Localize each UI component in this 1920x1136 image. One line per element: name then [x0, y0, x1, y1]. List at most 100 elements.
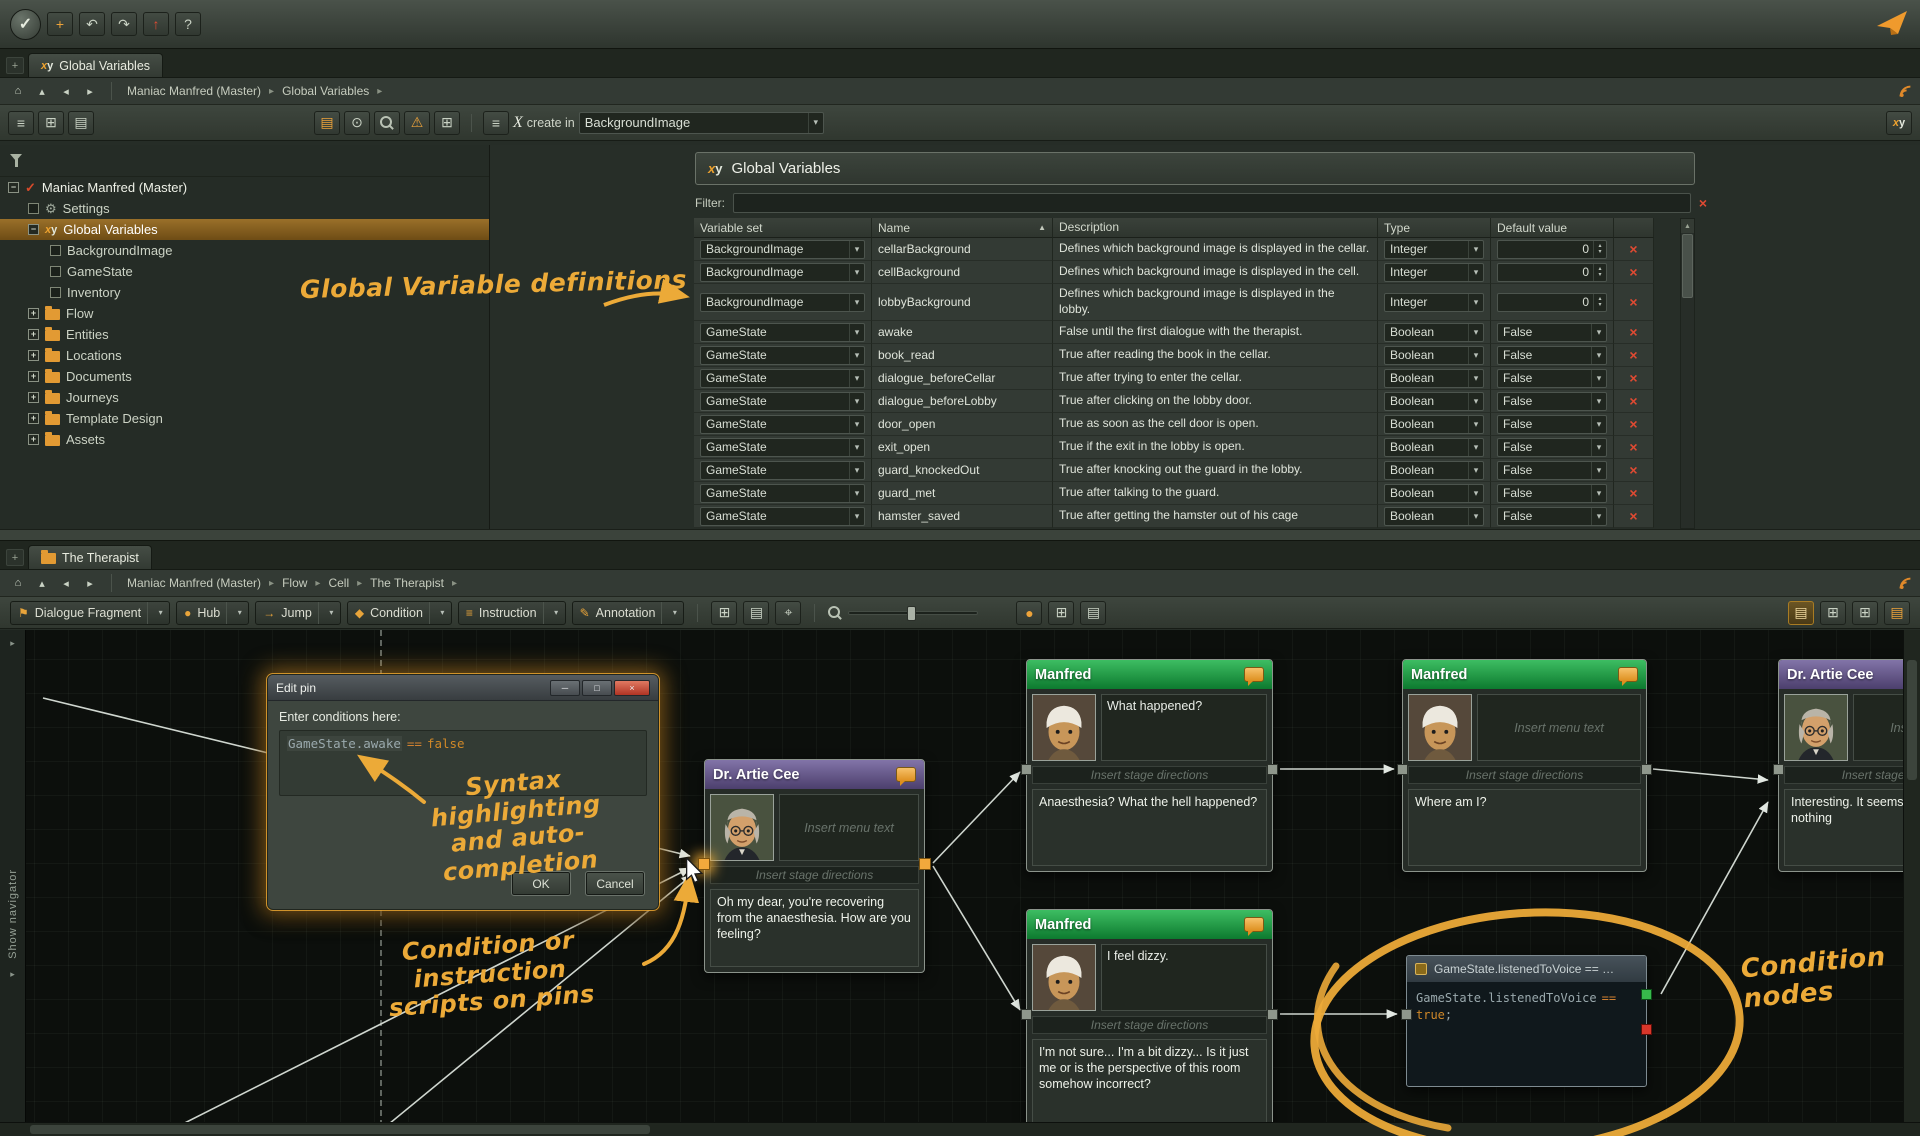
variable-description[interactable]: True if the exit in the lobby is open.	[1053, 436, 1378, 459]
dialog-titlebar[interactable]: Edit pin ─ □ ×	[268, 675, 658, 701]
breadcrumb-item-global-variables[interactable]: Global Variables	[278, 83, 373, 99]
checkbox[interactable]	[50, 287, 61, 298]
variable-set-dropdown[interactable]: GameState▾	[700, 369, 865, 388]
output-pin[interactable]	[1267, 1009, 1278, 1020]
checkbox[interactable]	[50, 266, 61, 277]
default-value-dropdown[interactable]: False▾	[1497, 484, 1607, 503]
variable-description[interactable]: True after knocking out the guard in the…	[1053, 459, 1378, 482]
variable-description[interactable]: Defines which background image is displa…	[1053, 238, 1378, 261]
breadcrumb-item-the-therapist[interactable]: The Therapist	[366, 575, 448, 591]
tree-item-journeys[interactable]: + Journeys	[0, 387, 489, 408]
add-tab-button[interactable]: +	[6, 57, 24, 74]
variable-description[interactable]: Defines which background image is displa…	[1053, 284, 1378, 321]
scrollbar-thumb[interactable]	[1907, 660, 1917, 780]
chevron-down-icon[interactable]: ▾	[325, 608, 338, 617]
forward-button[interactable]: ▸	[80, 574, 100, 592]
delete-variable-button[interactable]: ×	[1629, 416, 1637, 432]
variable-description[interactable]: True after clicking on the lobby door.	[1053, 390, 1378, 413]
tree-item-template-design[interactable]: + Template Design	[0, 408, 489, 429]
zoom-slider[interactable]	[848, 611, 978, 615]
create-dialogue-fragment-button[interactable]: ⚑ Dialogue Fragment▾	[10, 601, 170, 625]
dialogue-text[interactable]: Oh my dear, you're recovering from the a…	[710, 889, 919, 967]
delete-variable-button[interactable]: ×	[1629, 324, 1637, 340]
dialogue-text[interactable]: Anaesthesia? What the hell happened?	[1032, 789, 1267, 866]
variable-name[interactable]: hamster_saved	[872, 505, 1053, 528]
view-mode-table-button[interactable]: ⊞	[1852, 601, 1878, 625]
view-mode-flow-button[interactable]: ▤	[1788, 601, 1814, 625]
type-dropdown[interactable]: Integer▾	[1384, 263, 1484, 282]
history-button[interactable]: ⊙	[344, 111, 370, 135]
expand-all-button[interactable]: ▤	[68, 111, 94, 135]
checkbox[interactable]	[50, 245, 61, 256]
delete-variable-button[interactable]: ×	[1629, 370, 1637, 386]
home-button[interactable]: ⌂	[8, 82, 28, 100]
type-dropdown[interactable]: Integer▾	[1384, 293, 1484, 312]
create-in-dropdown[interactable]: BackgroundImage ▾	[579, 112, 824, 134]
minimize-button[interactable]: ─	[550, 680, 580, 696]
collapse-toggle[interactable]: −	[8, 182, 19, 193]
default-value-spinner[interactable]: 0▴▾	[1497, 293, 1607, 312]
variable-name[interactable]: lobbyBackground	[872, 284, 1053, 321]
column-description[interactable]: Description	[1053, 218, 1378, 238]
create-hub-button[interactable]: ● Hub▾	[176, 601, 249, 625]
delete-variable-button[interactable]: ×	[1629, 485, 1637, 501]
column-type[interactable]: Type	[1378, 218, 1491, 238]
variable-set-dropdown[interactable]: BackgroundImage▾	[700, 240, 865, 259]
false-output-pin[interactable]	[1641, 1024, 1652, 1035]
cancel-button[interactable]: Cancel	[586, 872, 644, 895]
breadcrumb-item-project[interactable]: Maniac Manfred (Master)	[123, 83, 265, 99]
expand-toggle[interactable]: +	[28, 413, 39, 424]
variable-name[interactable]: book_read	[872, 344, 1053, 367]
variables-view-button[interactable]: xy	[1886, 111, 1912, 135]
default-value-dropdown[interactable]: False▾	[1497, 346, 1607, 365]
create-annotation-button[interactable]: ✎ Annotation▾	[572, 601, 685, 625]
publish-button[interactable]: ↑	[143, 12, 169, 36]
dialogue-text[interactable]: Interesting. It seems yo memory. Well, n…	[1784, 789, 1920, 866]
stage-directions-placeholder[interactable]: Insert stage directions	[1408, 766, 1641, 784]
variable-description[interactable]: Defines which background image is displa…	[1053, 261, 1378, 284]
default-value-dropdown[interactable]: False▾	[1497, 323, 1607, 342]
create-jump-button[interactable]: → Jump▾	[255, 601, 341, 625]
tree-item-assets[interactable]: + Assets	[0, 429, 489, 450]
dialogue-node-artie-2[interactable]: Dr. Artie Cee Insert menu text Insert st…	[1778, 659, 1920, 872]
stage-directions-placeholder[interactable]: Insert stage directions	[1032, 766, 1267, 784]
tab-the-therapist[interactable]: The Therapist	[28, 545, 152, 569]
expand-toggle[interactable]: +	[28, 329, 39, 340]
chevron-down-icon[interactable]: ▾	[233, 608, 246, 617]
variable-description[interactable]: True after getting the hamster out of hi…	[1053, 505, 1378, 528]
tree-item-documents[interactable]: + Documents	[0, 366, 489, 387]
tree-item-project[interactable]: − ✓ Maniac Manfred (Master)	[0, 177, 489, 198]
chevron-down-icon[interactable]: ▾	[550, 608, 563, 617]
input-pin[interactable]	[1021, 764, 1032, 775]
breadcrumb-item-flow[interactable]: Flow	[278, 575, 311, 591]
redo-button[interactable]: ↷	[111, 12, 137, 36]
type-dropdown[interactable]: Boolean▾	[1384, 369, 1484, 388]
scroll-up-icon[interactable]: ▲	[1681, 219, 1694, 233]
variable-set-dropdown[interactable]: GameState▾	[700, 346, 865, 365]
input-pin[interactable]	[1021, 1009, 1032, 1020]
expand-toggle[interactable]: +	[28, 308, 39, 319]
scrollbar-thumb[interactable]	[30, 1125, 650, 1134]
variable-set-dropdown[interactable]: GameState▾	[700, 415, 865, 434]
variable-name[interactable]: awake	[872, 321, 1053, 344]
variable-name[interactable]: cellarBackground	[872, 238, 1053, 261]
variable-name[interactable]: dialogue_beforeCellar	[872, 367, 1053, 390]
variable-set-dropdown[interactable]: BackgroundImage▾	[700, 293, 865, 312]
maximize-button[interactable]: □	[582, 680, 612, 696]
type-dropdown[interactable]: Boolean▾	[1384, 484, 1484, 503]
tree-item-flow[interactable]: + Flow	[0, 303, 489, 324]
default-value-dropdown[interactable]: False▾	[1497, 369, 1607, 388]
variable-set-dropdown[interactable]: GameState▾	[700, 438, 865, 457]
pane-splitter[interactable]	[0, 529, 1920, 541]
undo-button[interactable]: ↶	[79, 12, 105, 36]
condition-node[interactable]: GameState.listenedToVoice == … GameState…	[1406, 955, 1647, 1087]
filter-funnel-icon[interactable]	[10, 154, 22, 167]
variable-description[interactable]: True as soon as the cell door is open.	[1053, 413, 1378, 436]
app-menu-button[interactable]: ✓	[10, 9, 41, 40]
default-value-dropdown[interactable]: False▾	[1497, 461, 1607, 480]
menu-text-placeholder[interactable]: Insert menu text	[779, 794, 919, 861]
expand-toggle[interactable]: +	[28, 350, 39, 361]
type-dropdown[interactable]: Boolean▾	[1384, 461, 1484, 480]
variable-list-button[interactable]: ≡	[483, 111, 509, 135]
type-dropdown[interactable]: Boolean▾	[1384, 415, 1484, 434]
